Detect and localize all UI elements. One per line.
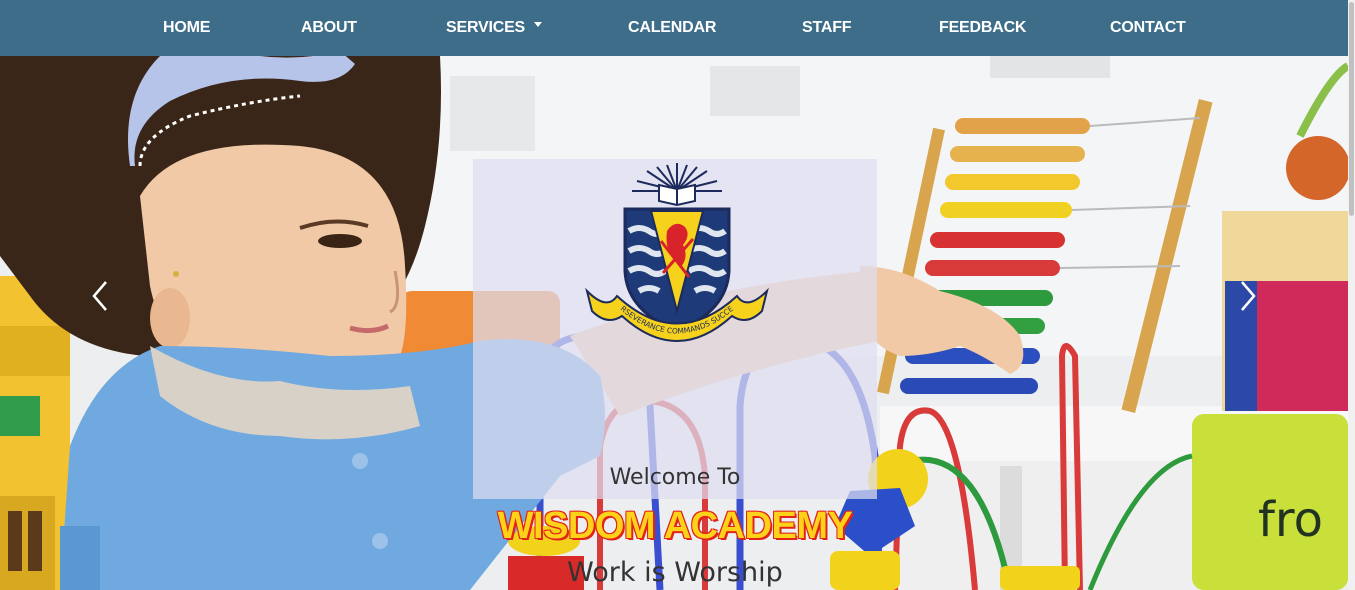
carousel-prev-button[interactable] xyxy=(86,278,116,314)
nav-about-link[interactable]: ABOUT xyxy=(301,0,357,56)
nav-calendar-link[interactable]: CALENDAR xyxy=(628,0,716,56)
page-scrollbar[interactable] xyxy=(1348,0,1355,590)
nav-staff-link[interactable]: STAFF xyxy=(802,0,852,56)
school-crest-logo: PERSEVERANCE COMMANDS SUCCESS xyxy=(577,161,769,342)
school-motto: Work is Worship xyxy=(567,557,783,588)
nav-home-link[interactable]: HOME xyxy=(163,0,210,56)
chevron-right-icon xyxy=(1241,281,1256,311)
nav-feedback-link[interactable]: FEEDBACK xyxy=(939,0,1026,56)
hero-carousel: fro RSEVERANCE COMMANDS SUCCE Welcome To… xyxy=(0,56,1348,590)
nav-services-dropdown[interactable]: SERVICES xyxy=(446,0,543,56)
scrollbar-thumb[interactable] xyxy=(1349,2,1354,216)
welcome-heading: Welcome To xyxy=(609,465,741,490)
hero-caption-box: PERSEVERANCE COMMANDS SUCCESS Welcome To… xyxy=(473,159,877,588)
chevron-left-icon xyxy=(92,281,107,311)
nav-contact-link[interactable]: CONTACT xyxy=(1110,0,1186,56)
svg-text:fro: fro xyxy=(1258,492,1323,548)
carousel-next-button[interactable] xyxy=(1232,278,1262,314)
caret-down-icon xyxy=(534,22,543,28)
main-navbar: HOME ABOUT SERVICES CALENDAR STAFF FEEDB… xyxy=(0,0,1348,56)
academy-title: WISDOM ACADEMY xyxy=(497,505,853,547)
nav-services-label: SERVICES xyxy=(446,19,526,36)
